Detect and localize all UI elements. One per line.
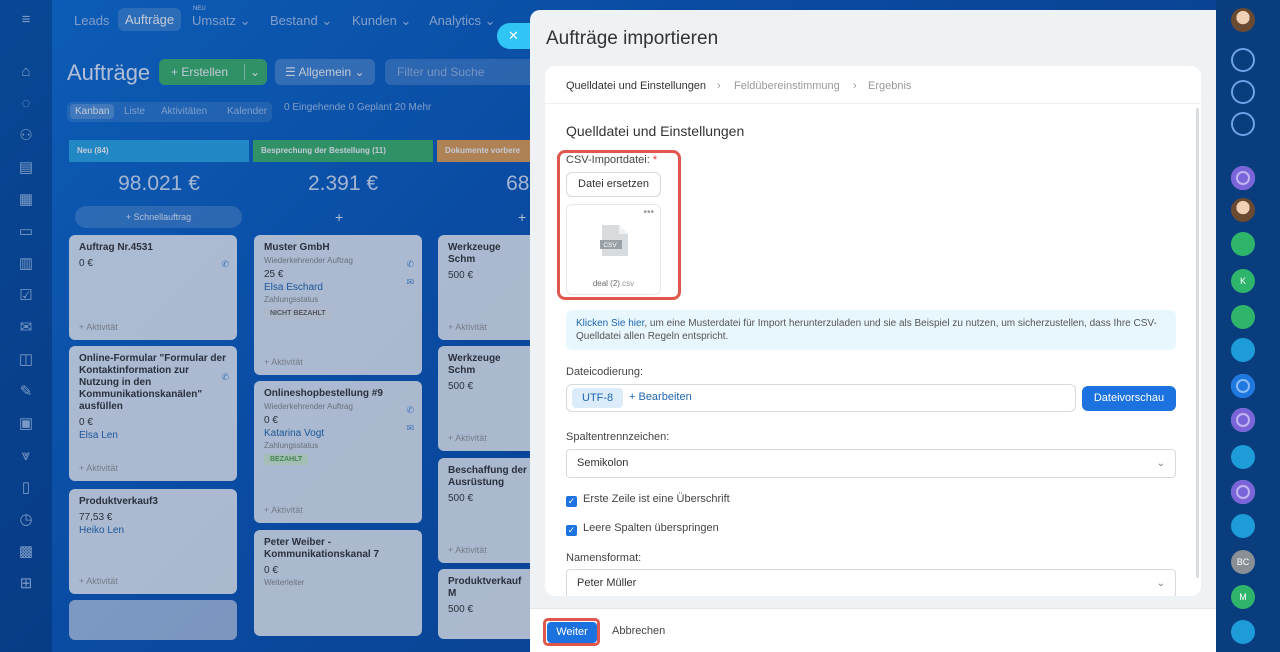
download-sample-link[interactable]: Klicken Sie hier (576, 318, 644, 329)
separator-label: Spaltentrennzeichen: (566, 431, 670, 443)
info-text: , um eine Musterdatei für Import herunte… (576, 318, 1157, 342)
contact-avatar-initials[interactable]: BC (1231, 550, 1255, 574)
encoding-edit-link[interactable]: + Bearbeiten (629, 391, 692, 403)
card-icon[interactable] (1231, 445, 1255, 469)
card-icon[interactable] (1231, 620, 1255, 644)
chevron-down-icon: ⌄ (1156, 458, 1165, 469)
search-chat-icon[interactable] (1231, 112, 1255, 136)
info-box: Klicken Sie hier, um eine Musterdatei fü… (566, 310, 1176, 350)
openline-icon[interactable] (1231, 166, 1255, 190)
encoding-label: Dateicodierung: (566, 366, 644, 378)
chevron-right-icon: › (717, 80, 721, 92)
section-title: Quelldatei und Einstellungen (566, 123, 745, 139)
highlight-frame (543, 618, 600, 646)
checkbox-checked-icon[interactable]: ✓ (566, 496, 577, 507)
separator-value: Semikolon (577, 457, 629, 469)
name-format-select[interactable]: Peter Müller ⌄ (566, 569, 1176, 596)
file-preview-button[interactable]: Dateivorschau (1082, 386, 1176, 411)
user-avatar[interactable] (1231, 8, 1255, 32)
encoding-field[interactable]: UTF-8 + Bearbeiten (566, 384, 1076, 412)
chat-icon[interactable] (1231, 338, 1255, 362)
panel-title: Aufträge importieren (546, 28, 719, 49)
contact-avatar-initials[interactable]: M (1231, 585, 1255, 609)
import-form: Quelldatei und Einstellungen › Feldübere… (545, 66, 1201, 596)
encoding-tag[interactable]: UTF-8 (572, 388, 624, 408)
checkbox-label: Erste Zeile ist eine Überschrift (583, 493, 730, 505)
checkbox-checked-icon[interactable]: ✓ (566, 525, 577, 536)
name-format-value: Peter Müller (577, 577, 637, 589)
panel-footer: Weiter Abbrechen (530, 608, 1216, 652)
contact-avatar-initials[interactable]: K (1231, 269, 1255, 293)
pulse-icon[interactable] (1231, 80, 1255, 104)
step-mapping: Feldübereinstimmung (734, 80, 840, 92)
highlight-frame (557, 150, 681, 300)
openline-icon[interactable] (1231, 480, 1255, 504)
import-panel: Aufträge importieren Quelldatei und Eins… (530, 10, 1216, 652)
task-icon[interactable] (1231, 305, 1255, 329)
name-format-label: Namensformat: (566, 552, 642, 564)
checkbox-skip-empty[interactable]: ✓ Leere Spalten überspringen (566, 522, 719, 536)
wizard-steps: Quelldatei und Einstellungen › Feldübere… (545, 66, 1201, 104)
step-result: Ergebnis (868, 80, 912, 92)
checkbox-header-row[interactable]: ✓ Erste Zeile ist eine Überschrift (566, 493, 730, 507)
checkbox-label: Leere Spalten überspringen (583, 522, 719, 534)
chevron-down-icon: ⌄ (1156, 578, 1165, 589)
step-source: Quelldatei und Einstellungen (566, 80, 707, 92)
chevron-right-icon: › (853, 80, 857, 92)
phone-icon[interactable] (1231, 514, 1255, 538)
contact-avatar[interactable] (1231, 198, 1255, 222)
cancel-button[interactable]: Abbrechen (612, 625, 665, 637)
openline-icon[interactable] (1231, 374, 1255, 398)
notification-icon[interactable] (1231, 48, 1255, 72)
task-icon[interactable] (1231, 232, 1255, 256)
close-icon[interactable]: ✕ (497, 23, 531, 49)
scrollbar[interactable] (1196, 108, 1199, 578)
openline-icon[interactable] (1231, 408, 1255, 432)
separator-select[interactable]: Semikolon ⌄ (566, 449, 1176, 478)
